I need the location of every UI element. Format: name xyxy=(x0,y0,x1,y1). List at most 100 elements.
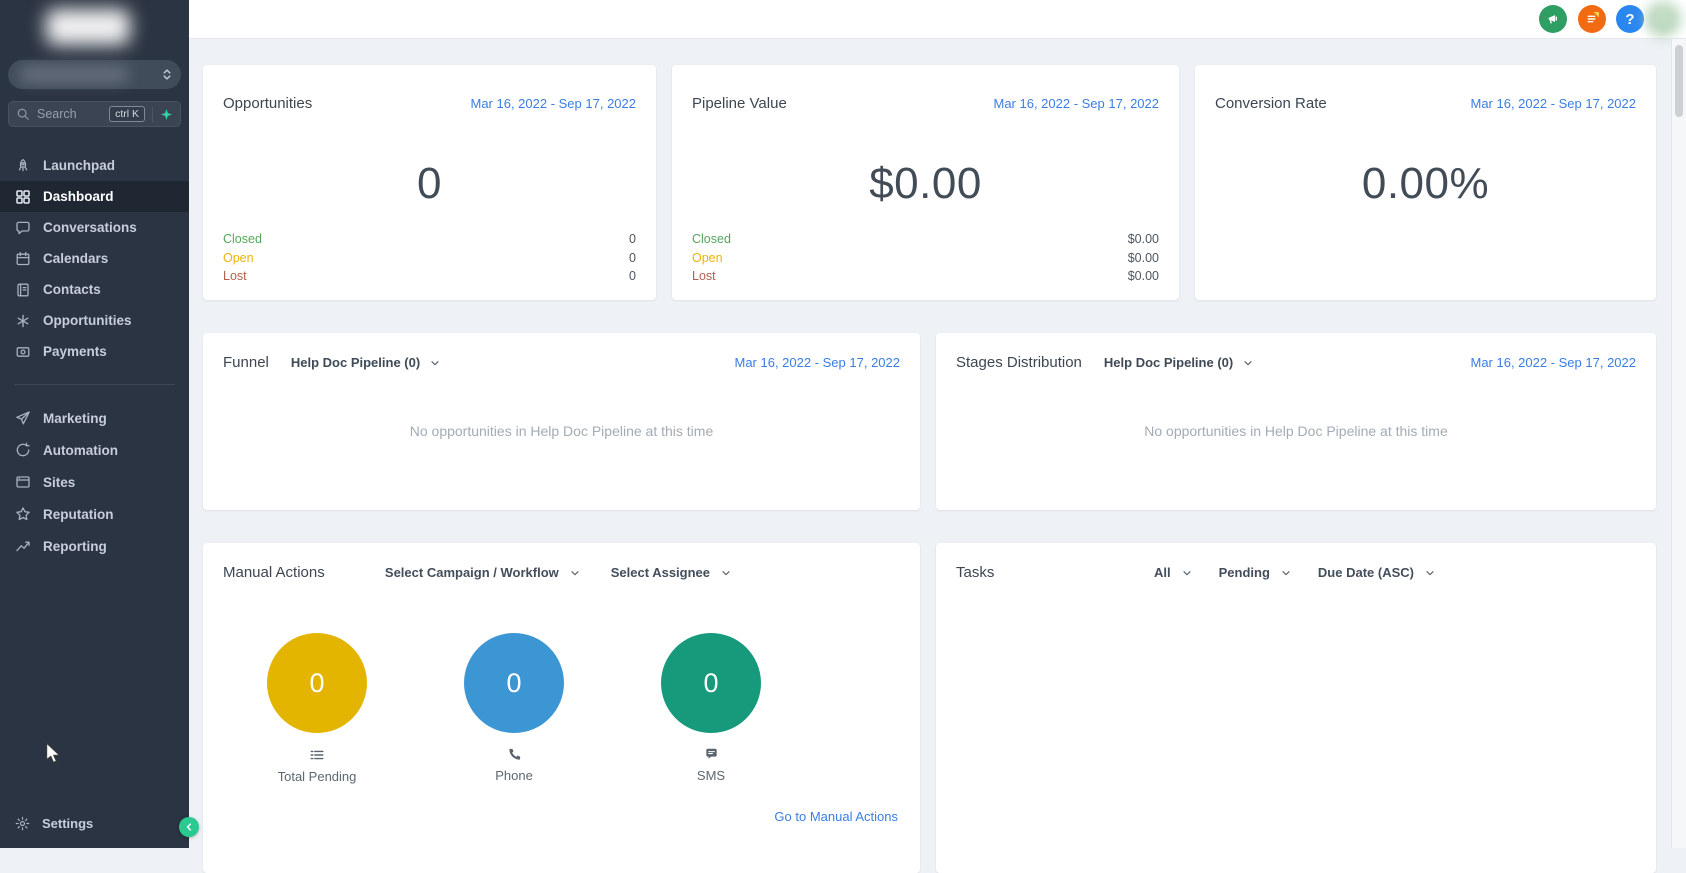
empty-state-message: No opportunities in Help Doc Pipeline at… xyxy=(1144,423,1448,439)
chevron-down-icon xyxy=(1424,567,1436,579)
sidebar-item-reputation[interactable]: Reputation xyxy=(0,498,189,530)
question-mark-icon: ? xyxy=(1625,10,1635,28)
tasks-sort-select[interactable]: Due Date (ASC) xyxy=(1318,565,1436,580)
chevron-down-icon xyxy=(720,567,732,579)
sidebar-item-label: Calendars xyxy=(43,251,109,266)
main-area: ? Opportunities Mar 16, 2022 - Sep 17, 2… xyxy=(189,0,1686,873)
onboarding-checklist-button[interactable] xyxy=(1578,5,1606,33)
card-title: Funnel xyxy=(223,354,269,371)
sidebar-item-opportunities[interactable]: Opportunities xyxy=(0,305,189,336)
account-switcher[interactable] xyxy=(8,60,181,89)
marketing-icon xyxy=(15,410,31,426)
chevron-down-icon xyxy=(1242,357,1254,369)
tasks-status-select[interactable]: Pending xyxy=(1219,565,1292,580)
chevron-left-icon xyxy=(183,821,195,833)
assignee-select[interactable]: Select Assignee xyxy=(611,565,732,580)
stat-phone: 0 Phone xyxy=(464,633,564,784)
help-button[interactable]: ? xyxy=(1616,5,1644,33)
stat-label: Total Pending xyxy=(277,769,357,784)
sidebar-item-settings[interactable]: Settings xyxy=(0,808,189,838)
settings-label: Settings xyxy=(42,815,94,831)
payments-icon xyxy=(15,344,31,360)
funnel-card: Funnel Help Doc Pipeline (0) Mar 16, 202… xyxy=(203,333,920,510)
sidebar-item-label: Contacts xyxy=(43,282,101,297)
legend-row-open: Open 0 xyxy=(223,249,636,268)
chevron-down-icon xyxy=(429,357,441,369)
legend-label: Closed xyxy=(223,232,262,246)
legend-value: $0.00 xyxy=(1127,269,1159,283)
conversion-rate-total: 0.00% xyxy=(1361,159,1490,208)
tasks-card: Tasks All Pending Due Date (ASC) xyxy=(936,543,1656,873)
legend-row-lost: Lost $0.00 xyxy=(692,267,1159,286)
stat-bubble: 0 xyxy=(661,633,761,733)
date-range-picker[interactable]: Mar 16, 2022 - Sep 17, 2022 xyxy=(734,355,900,370)
sidebar-item-contacts[interactable]: Contacts xyxy=(0,274,189,305)
empty-state-message: No opportunities in Help Doc Pipeline at… xyxy=(409,423,714,439)
date-range-picker[interactable]: Mar 16, 2022 - Sep 17, 2022 xyxy=(993,96,1159,111)
stat-bubble: 0 xyxy=(464,633,564,733)
card-title: Stages Distribution xyxy=(956,354,1082,371)
pipeline-value-total: $0.00 xyxy=(869,159,982,208)
pipeline-select[interactable]: Help Doc Pipeline (0) xyxy=(291,355,441,370)
legend-value: $0.00 xyxy=(1127,232,1159,246)
sidebar-item-marketing[interactable]: Marketing xyxy=(0,402,189,434)
agency-logo-blurred xyxy=(46,9,130,45)
opportunities-card: Opportunities Mar 16, 2022 - Sep 17, 202… xyxy=(203,65,656,300)
legend-value: 0 xyxy=(629,250,636,265)
card-title: Manual Actions xyxy=(223,564,325,581)
sidebar-item-conversations[interactable]: Conversations xyxy=(0,212,189,243)
user-avatar-blurred[interactable] xyxy=(1646,2,1680,36)
announcements-button[interactable] xyxy=(1539,5,1567,33)
calendars-icon xyxy=(15,251,31,267)
sidebar-item-label: Dashboard xyxy=(43,189,114,204)
stat-bubble: 0 xyxy=(267,633,367,733)
pipeline-select[interactable]: Help Doc Pipeline (0) xyxy=(1104,355,1254,370)
sidebar-item-sites[interactable]: Sites xyxy=(0,466,189,498)
vertical-scrollbar[interactable] xyxy=(1671,39,1686,848)
opportunities-total: 0 xyxy=(417,159,442,208)
sidebar-item-dashboard[interactable]: Dashboard xyxy=(0,181,189,212)
sidebar-nav: Launchpad Dashboard Conversations Calend… xyxy=(0,150,189,562)
go-to-manual-actions-link[interactable]: Go to Manual Actions xyxy=(774,809,898,824)
chevron-down-icon xyxy=(1181,567,1193,579)
conversion-rate-card: Conversion Rate Mar 16, 2022 - Sep 17, 2… xyxy=(1195,65,1656,300)
date-range-picker[interactable]: Mar 16, 2022 - Sep 17, 2022 xyxy=(1470,96,1636,111)
scrollbar-thumb[interactable] xyxy=(1675,45,1683,117)
stat-label: SMS xyxy=(696,768,726,783)
campaign-workflow-select[interactable]: Select Campaign / Workflow xyxy=(385,565,581,580)
sidebar-item-payments[interactable]: Payments xyxy=(0,336,189,367)
ai-sparkle-icon[interactable] xyxy=(160,108,173,121)
search-shortcut-badge: ctrl K xyxy=(109,106,145,122)
selector-chevrons-icon xyxy=(160,67,174,82)
sms-icon xyxy=(704,747,719,762)
card-title: Conversion Rate xyxy=(1215,95,1327,112)
legend-label: Lost xyxy=(692,269,716,283)
sidebar-item-label: Sites xyxy=(43,474,76,490)
card-title: Opportunities xyxy=(223,95,313,112)
sidebar: Search ctrl K Launchpad Dashboard Conver… xyxy=(0,0,189,848)
launchpad-icon xyxy=(15,158,31,174)
sidebar-item-automation[interactable]: Automation xyxy=(0,434,189,466)
sidebar-item-label: Reputation xyxy=(43,506,114,522)
date-range-picker[interactable]: Mar 16, 2022 - Sep 17, 2022 xyxy=(470,96,636,111)
sidebar-divider xyxy=(14,384,175,385)
card-title: Pipeline Value xyxy=(692,95,787,112)
search-placeholder: Search xyxy=(37,107,77,121)
sidebar-item-label: Launchpad xyxy=(43,158,116,173)
sidebar-item-calendars[interactable]: Calendars xyxy=(0,243,189,274)
legend-value: 0 xyxy=(629,269,636,283)
sidebar-item-label: Marketing xyxy=(43,410,107,426)
legend-row-closed: Closed $0.00 xyxy=(692,230,1159,249)
legend-row-lost: Lost 0 xyxy=(223,267,636,286)
tasks-type-select[interactable]: All xyxy=(1154,565,1193,580)
account-name-blurred xyxy=(20,66,128,83)
pipeline-value-card: Pipeline Value Mar 16, 2022 - Sep 17, 20… xyxy=(672,65,1179,300)
conversations-icon xyxy=(15,220,31,236)
sidebar-collapse-button[interactable] xyxy=(179,817,199,837)
sidebar-item-reporting[interactable]: Reporting xyxy=(0,530,189,562)
date-range-picker[interactable]: Mar 16, 2022 - Sep 17, 2022 xyxy=(1470,355,1636,370)
sidebar-item-launchpad[interactable]: Launchpad xyxy=(0,150,189,181)
top-header: ? xyxy=(189,0,1686,39)
search-input[interactable]: Search ctrl K xyxy=(8,101,181,127)
phone-icon xyxy=(507,747,522,762)
